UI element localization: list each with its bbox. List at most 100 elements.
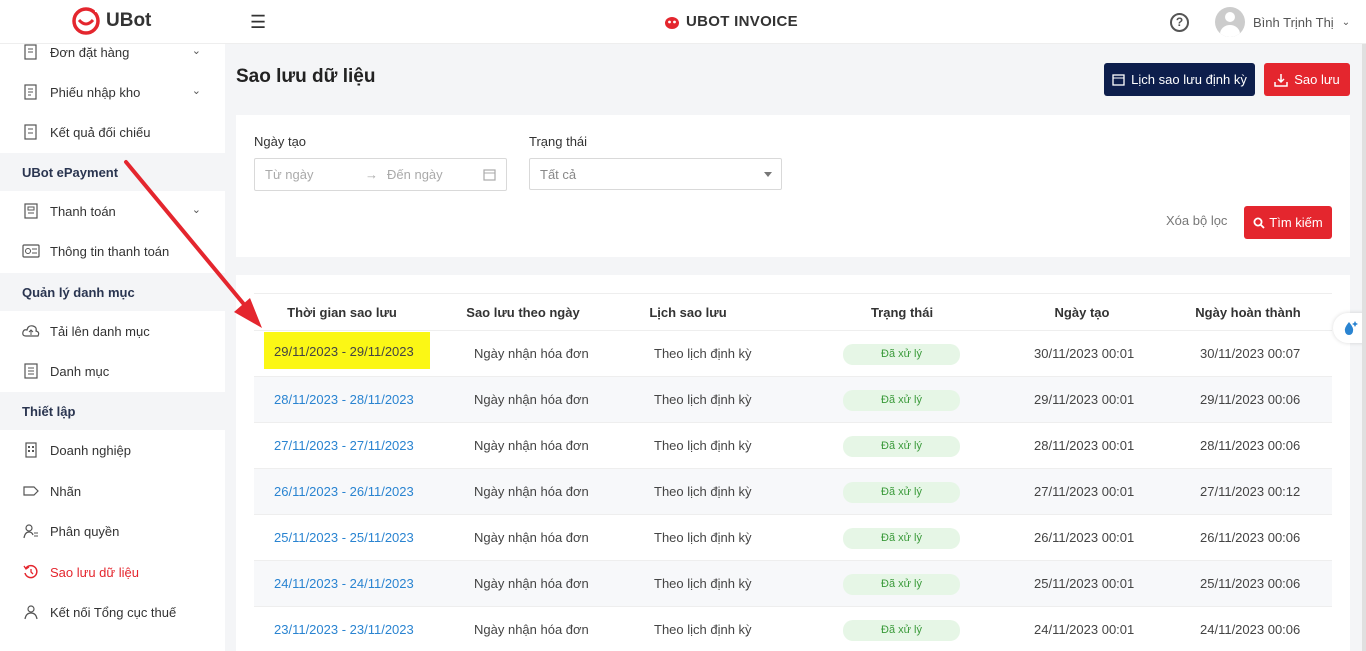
backup-button[interactable]: Sao lưu xyxy=(1264,63,1350,96)
sidebar-item-label: Danh mục xyxy=(50,363,110,379)
created-date-cell: 26/11/2023 00:01 xyxy=(1034,530,1135,545)
sidebar-item-label: Thanh toán xyxy=(50,203,116,219)
chevron-down-icon: ⌄ xyxy=(191,45,201,57)
created-date-cell: 24/11/2023 00:01 xyxy=(1034,622,1135,637)
created-date-cell: 29/11/2023 00:01 xyxy=(1034,392,1135,407)
search-label: Tìm kiếm xyxy=(1269,215,1323,230)
backup-schedule-cell: Theo lịch định kỳ xyxy=(654,484,752,499)
backup-schedule-cell: Theo lịch định kỳ xyxy=(654,392,752,407)
date-range-picker[interactable]: Từ ngày → Đến ngày xyxy=(254,158,507,191)
backup-period-link[interactable]: 25/11/2023 - 25/11/2023 xyxy=(274,530,414,545)
help-icon[interactable]: ? xyxy=(1170,13,1189,32)
backup-period-link[interactable]: 27/11/2023 - 27/11/2023 xyxy=(274,438,414,453)
menu-toggle-icon[interactable]: ☰ xyxy=(250,12,266,33)
calendar-icon xyxy=(483,169,496,181)
backup-period-link[interactable]: 23/11/2023 - 23/11/2023 xyxy=(274,622,414,637)
user-name: Bình Trịnh Thị xyxy=(1253,14,1334,30)
sidebar-item-tax-connect[interactable]: Kết nối Tổng cục thuế xyxy=(0,592,225,632)
date-from-input[interactable]: Từ ngày xyxy=(265,167,365,182)
sidebar-item-backup[interactable]: Sao lưu dữ liệu xyxy=(0,552,225,592)
sidebar-item-label: Doanh nghiệp xyxy=(50,442,131,458)
backup-schedule-cell: Theo lịch định kỳ xyxy=(654,622,752,637)
sidebar-item-business[interactable]: Doanh nghiệp xyxy=(0,430,225,470)
sidebar-item-label: Kết quả đối chiếu xyxy=(50,124,151,140)
completed-date-cell: 27/11/2023 00:12 xyxy=(1200,484,1301,499)
column-header: Ngày hoàn thành xyxy=(1195,305,1301,320)
sidebar-item-orders[interactable]: Đơn đặt hàng ⌄ xyxy=(0,44,225,72)
avatar xyxy=(1215,7,1245,37)
sidebar-item-upload-catalog[interactable]: Tải lên danh mục xyxy=(0,311,225,351)
list-icon xyxy=(22,362,40,380)
top-bar: UBot ☰ UBOT INVOICE ? Bình Trịnh Thị ⌄ xyxy=(0,0,1366,44)
schedule-backup-label: Lịch sao lưu định kỳ xyxy=(1131,72,1247,87)
status-select[interactable]: Tất cả xyxy=(529,158,782,190)
backup-table: Thời gian sao lưu Sao lưu theo ngày Lịch… xyxy=(236,275,1350,651)
filter-panel: Ngày tạo Từ ngày → Đến ngày Trạng thái T… xyxy=(236,115,1350,257)
status-badge: Đã xử lý xyxy=(843,620,960,641)
backup-period-link[interactable]: 26/11/2023 - 26/11/2023 xyxy=(274,484,414,499)
sidebar-item-permissions[interactable]: Phân quyền xyxy=(0,511,225,551)
table-row[interactable]: 25/11/2023 - 25/11/2023 Ngày nhận hóa đơn… xyxy=(254,515,1332,561)
date-to-input[interactable]: Đến ngày xyxy=(387,167,483,182)
column-header: Sao lưu theo ngày xyxy=(466,305,580,320)
completed-date-cell: 24/11/2023 00:06 xyxy=(1200,622,1301,637)
sidebar-item-label: Phân quyền xyxy=(50,523,120,539)
download-icon xyxy=(1274,73,1288,87)
sidebar-item-reconcile[interactable]: Kết quả đối chiếu xyxy=(0,112,225,152)
backup-schedule-cell: Theo lịch định kỳ xyxy=(654,438,752,453)
app-title: UBOT INVOICE xyxy=(664,13,798,30)
table-row[interactable]: 27/11/2023 - 27/11/2023 Ngày nhận hóa đơn… xyxy=(254,423,1332,469)
user-menu[interactable]: Bình Trịnh Thị ⌄ xyxy=(1215,7,1350,37)
clear-filter-link[interactable]: Xóa bộ lọc xyxy=(1166,213,1227,228)
reconcile-icon xyxy=(22,123,40,141)
search-button[interactable]: Tìm kiếm xyxy=(1244,206,1332,239)
backup-period-link[interactable]: 28/11/2023 - 28/11/2023 xyxy=(274,392,414,407)
sidebar-item-label: Thông tin thanh toán xyxy=(50,243,170,259)
sidebar-item-label: Tải lên danh mục xyxy=(50,323,150,339)
table-row[interactable]: 23/11/2023 - 23/11/2023 Ngày nhận hóa đơn… xyxy=(254,607,1332,651)
completed-date-cell: 26/11/2023 00:06 xyxy=(1200,530,1301,545)
table-row[interactable]: 26/11/2023 - 26/11/2023 Ngày nhận hóa đơn… xyxy=(254,469,1332,515)
chevron-down-icon: ⌄ xyxy=(191,85,201,97)
status-badge: Đã xử lý xyxy=(843,436,960,457)
backup-period-link[interactable]: 24/11/2023 - 24/11/2023 xyxy=(274,576,414,591)
sidebar-section-settings: Thiết lập xyxy=(0,392,225,430)
schedule-backup-button[interactable]: Lịch sao lưu định kỳ xyxy=(1104,63,1255,96)
app-title-text: UBOT INVOICE xyxy=(686,13,798,30)
completed-date-cell: 25/11/2023 00:06 xyxy=(1200,576,1301,591)
completed-date-cell: 29/11/2023 00:06 xyxy=(1200,392,1301,407)
scrollbar[interactable] xyxy=(1362,44,1366,651)
calendar-icon xyxy=(1112,74,1125,86)
sidebar-item-receipts[interactable]: Phiếu nhập kho ⌄ xyxy=(0,72,225,112)
backup-by-date-cell: Ngày nhận hóa đơn xyxy=(474,392,589,407)
status-badge: Đã xử lý xyxy=(843,574,960,595)
logo[interactable]: UBot xyxy=(70,6,151,36)
sidebar-item-label: Phiếu nhập kho xyxy=(50,84,141,100)
building-icon xyxy=(22,441,40,459)
table-row[interactable]: 28/11/2023 - 28/11/2023 Ngày nhận hóa đơn… xyxy=(254,377,1332,423)
backup-period-link[interactable]: 29/11/2023 - 29/11/2023 xyxy=(264,332,430,369)
date-filter-label: Ngày tạo xyxy=(254,134,307,149)
sidebar-item-catalog[interactable]: Danh mục xyxy=(0,351,225,391)
table-row[interactable]: 24/11/2023 - 24/11/2023 Ngày nhận hóa đơn… xyxy=(254,561,1332,607)
sidebar-item-labels[interactable]: Nhãn xyxy=(0,471,225,511)
backup-schedule-cell: Theo lịch định kỳ xyxy=(654,530,752,545)
receipt-icon xyxy=(22,83,40,101)
completed-date-cell: 28/11/2023 00:06 xyxy=(1200,438,1301,453)
table-row[interactable]: 29/11/2023 - 29/11/2023 Ngày nhận hóa đơn… xyxy=(254,331,1332,377)
created-date-cell: 27/11/2023 00:01 xyxy=(1034,484,1135,499)
backup-by-date-cell: Ngày nhận hóa đơn xyxy=(474,438,589,453)
sidebar-item-payment-info[interactable]: Thông tin thanh toán xyxy=(0,231,225,271)
ubot-logo-icon xyxy=(72,7,101,35)
payment-icon xyxy=(22,202,40,220)
status-filter-label: Trạng thái xyxy=(529,134,588,149)
status-badge: Đã xử lý xyxy=(843,390,960,411)
table-header: Thời gian sao lưu Sao lưu theo ngày Lịch… xyxy=(254,293,1332,331)
sidebar-item-label: Đơn đặt hàng xyxy=(50,44,130,60)
sidebar-item-label: Nhãn xyxy=(50,483,82,499)
sidebar-item-label: Sao lưu dữ liệu xyxy=(50,564,139,580)
sidebar-item-payment[interactable]: Thanh toán ⌄ xyxy=(0,191,225,231)
search-icon xyxy=(1253,217,1265,229)
backup-by-date-cell: Ngày nhận hóa đơn xyxy=(474,530,589,545)
column-header: Ngày tạo xyxy=(1054,305,1110,320)
